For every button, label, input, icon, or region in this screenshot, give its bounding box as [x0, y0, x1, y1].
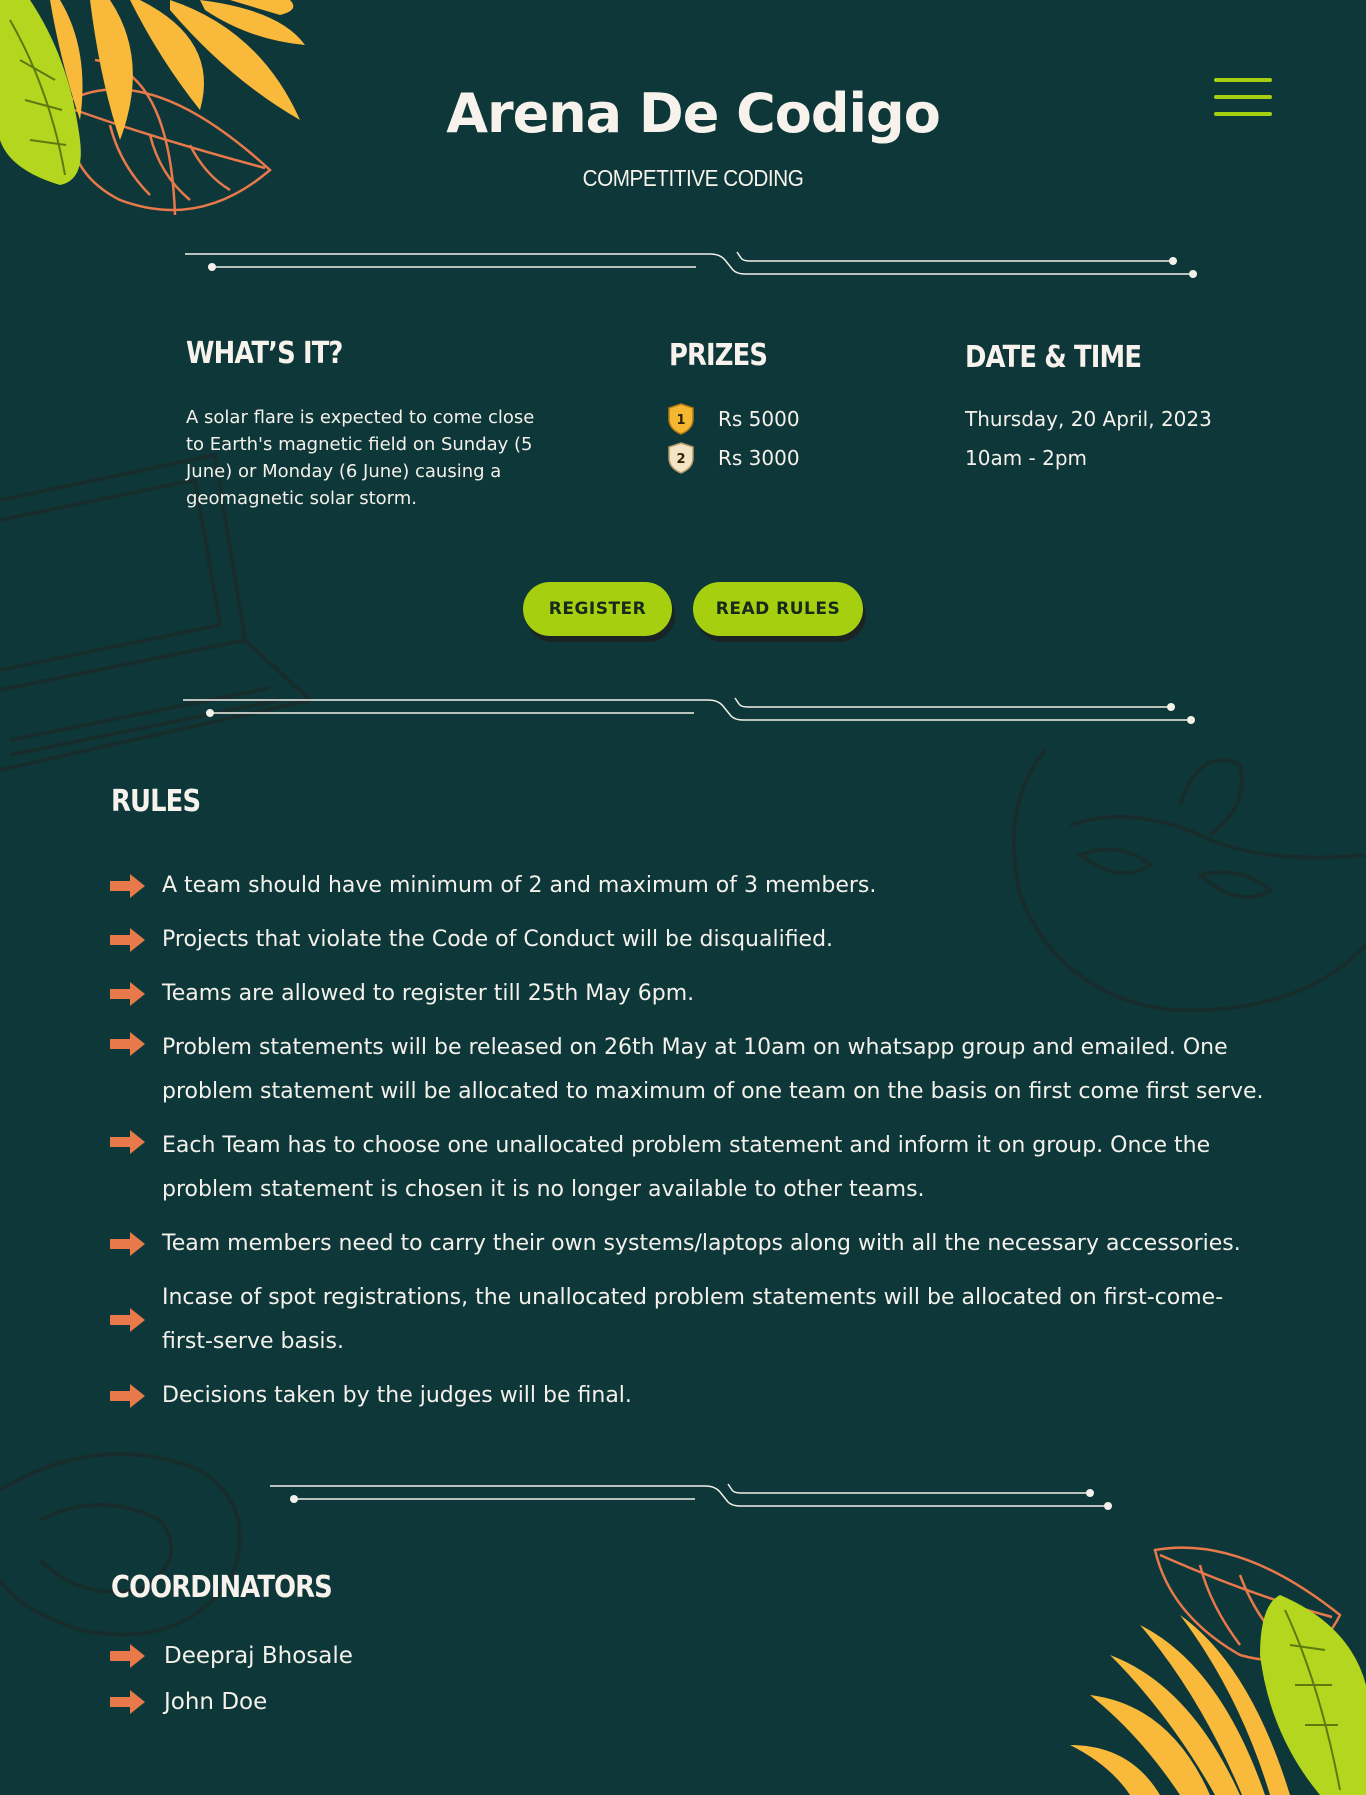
rule-item: Team members need to carry their own sys… [110, 1222, 1270, 1266]
rules-heading: RULES [111, 784, 201, 819]
arrow-right-icon [110, 1384, 145, 1408]
svg-text:2: 2 [676, 452, 685, 467]
arrow-right-icon [110, 1690, 145, 1714]
arrow-right-icon [110, 874, 145, 898]
read-rules-button[interactable]: READ RULES [693, 582, 863, 636]
rule-item: Problem statements will be released on 2… [110, 1026, 1270, 1114]
circuit-divider [185, 251, 1197, 278]
prizes-heading: PRIZES [669, 338, 768, 373]
arrow-right-icon [110, 1644, 145, 1668]
page-title: Arena De Codigo [446, 82, 941, 145]
datetime-heading: DATE & TIME [965, 340, 1142, 375]
prize-item: 1 Rs 5000 [668, 403, 800, 435]
rule-item: Incase of spot registrations, the unallo… [110, 1276, 1270, 1364]
coordinator-item: John Doe [110, 1686, 267, 1718]
arrow-right-icon [110, 1130, 145, 1154]
rule-item: Teams are allowed to register till 25th … [110, 972, 1270, 1016]
event-date: Thursday, 20 April, 2023 [965, 407, 1212, 431]
arrow-right-icon [110, 1232, 145, 1256]
first-place-badge-icon: 1 [668, 403, 694, 435]
coordinators-heading: COORDINATORS [111, 1570, 333, 1605]
second-place-badge-icon: 2 [668, 442, 694, 474]
circuit-divider [183, 697, 1195, 724]
prize-amount: Rs 5000 [718, 407, 800, 431]
register-button[interactable]: REGISTER [523, 582, 672, 636]
arrow-right-icon [110, 1032, 145, 1056]
prize-item: 2 Rs 3000 [668, 442, 800, 474]
arrow-right-icon [110, 928, 145, 952]
page-subtitle: COMPETITIVE CODING [582, 165, 804, 191]
about-text: A solar flare is expected to come close … [186, 407, 535, 509]
rule-item: Projects that violate the Code of Conduc… [110, 918, 1270, 962]
arrow-right-icon [110, 982, 145, 1006]
arrow-right-icon [110, 1308, 145, 1332]
hamburger-menu-icon[interactable] [1214, 78, 1272, 118]
ornament-sketch-decoration [0, 1452, 242, 1637]
about-heading: WHAT’S IT? [186, 336, 343, 371]
prize-amount: Rs 3000 [718, 446, 800, 470]
coordinator-item: Deepraj Bhosale [110, 1640, 353, 1672]
rule-item: A team should have minimum of 2 and maxi… [110, 864, 1270, 908]
leaf-decoration-bottom-right [1070, 1546, 1366, 1795]
rule-item: Each Team has to choose one unallocated … [110, 1124, 1270, 1212]
circuit-divider [270, 1483, 1112, 1510]
event-time: 10am - 2pm [965, 446, 1088, 470]
rule-item: Decisions taken by the judges will be fi… [110, 1374, 1270, 1418]
svg-text:1: 1 [676, 413, 685, 428]
